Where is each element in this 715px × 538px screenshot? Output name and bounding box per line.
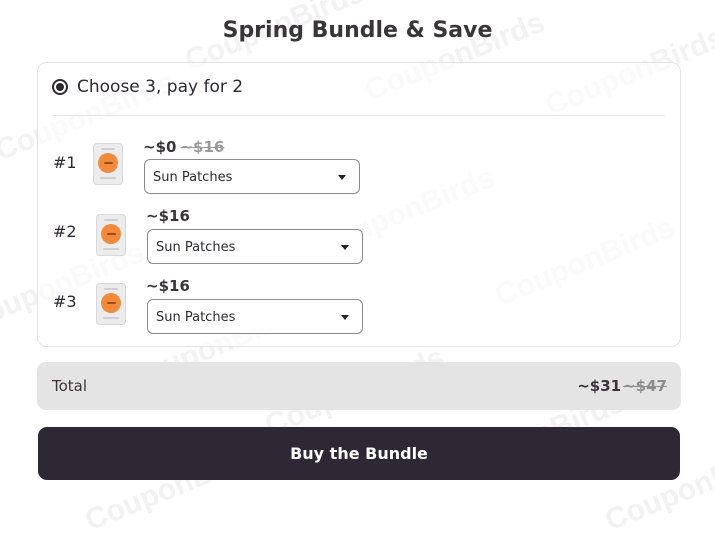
item-price-current: ~$16 [146, 277, 190, 295]
product-select[interactable]: Sun Patches [144, 159, 360, 194]
product-select-value: Sun Patches [156, 310, 236, 325]
bundle-option-label: Choose 3, pay for 2 [77, 77, 244, 97]
product-thumbnail [96, 214, 126, 256]
total-price-old: ~$47 [623, 377, 667, 395]
item-price: ~$16 [146, 207, 190, 225]
page-title: Spring Bundle & Save [222, 18, 493, 43]
bundle-option-radio[interactable]: Choose 3, pay for 2 [52, 77, 243, 97]
item-price-current: ~$16 [146, 207, 190, 225]
product-select-value: Sun Patches [156, 240, 236, 255]
product-thumbnail [96, 283, 126, 325]
item-number: #2 [53, 222, 77, 241]
product-select-value: Sun Patches [153, 170, 233, 185]
product-select[interactable]: Sun Patches [147, 229, 363, 264]
item-number: #1 [53, 153, 77, 172]
item-price: ~$16 [146, 277, 190, 295]
item-price-old: ~$16 [180, 138, 225, 156]
radio-selected-icon[interactable] [52, 79, 68, 95]
bundle-item: #1 ~$0 ~$16 Sun Patches [38, 138, 680, 211]
bundle-item: #3 ~$16 Sun Patches [38, 277, 680, 350]
bundle-item: #2 ~$16 Sun Patches [38, 207, 680, 280]
total-row: Total ~$31 ~$47 [37, 362, 681, 410]
product-thumbnail [93, 143, 123, 185]
item-number: #3 [53, 292, 77, 311]
item-price: ~$0 ~$16 [143, 138, 224, 156]
total-label: Total [52, 377, 88, 395]
chevron-down-icon [341, 315, 349, 320]
bundle-option-panel: Choose 3, pay for 2 #1 ~$0 ~$16 Sun Patch… [37, 62, 681, 347]
divider [53, 115, 665, 116]
product-select[interactable]: Sun Patches [147, 299, 363, 334]
total-price: ~$31 ~$47 [577, 377, 667, 395]
chevron-down-icon [338, 175, 346, 180]
chevron-down-icon [341, 245, 349, 250]
item-price-current: ~$0 [143, 138, 177, 156]
bundle-widget: Spring Bundle & Save Choose 3, pay for 2… [0, 0, 715, 514]
total-price-current: ~$31 [577, 377, 622, 395]
buy-bundle-button[interactable]: Buy the Bundle [38, 427, 680, 480]
